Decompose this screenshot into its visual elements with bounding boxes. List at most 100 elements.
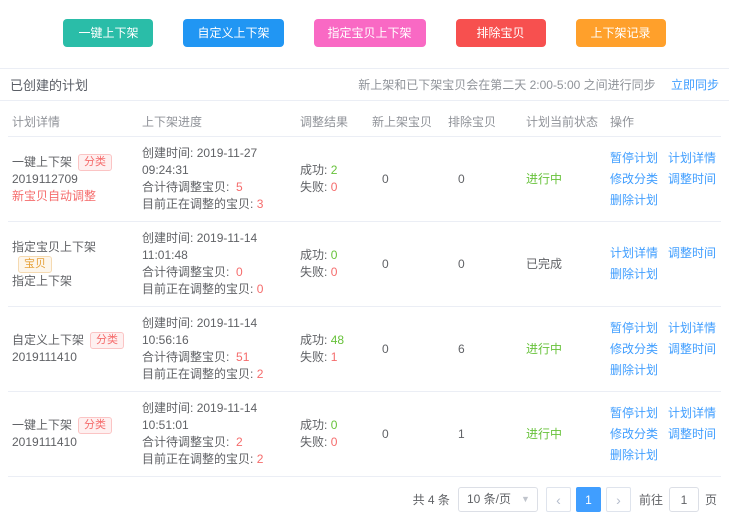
- success-label: 成功:: [300, 248, 327, 262]
- sync-note-text: 新上架和已下架宝贝会在第二天 2:00-5:00 之间进行同步: [358, 78, 655, 92]
- table-row: 自定义上下架分类 2019111410 创建时间: 2019-11-14 10:…: [8, 307, 721, 392]
- fail-value: 0: [331, 265, 338, 279]
- adjusting-value: 2: [257, 452, 264, 466]
- pending-label: 合计待调整宝贝:: [142, 265, 229, 279]
- adjusting-label: 目前正在调整的宝贝:: [142, 367, 253, 381]
- one-key-updown-button[interactable]: 一键上下架: [63, 19, 153, 47]
- delete-plan-link[interactable]: 删除计划: [610, 447, 658, 464]
- pager: ‹ 1 ›: [546, 487, 631, 512]
- pagination: 共 4 条 10 条/页 ▼ ‹ 1 › 前往 页: [0, 477, 729, 512]
- progress-cell: 创建时间: 2019-11-14 11:01:48 合计待调整宝贝: 0 目前正…: [138, 228, 296, 300]
- col-header-progress: 上下架进度: [138, 113, 296, 130]
- toolbar: 一键上下架 自定义上下架 指定宝贝上下架 排除宝贝 上下架记录: [0, 0, 729, 47]
- table-header-row: 计划详情 上下架进度 调整结果 新上架宝贝 排除宝贝 计划当前状态 操作: [8, 107, 721, 137]
- result-cell: 成功: 0 失败: 0: [296, 415, 368, 453]
- result-cell: 成功: 2 失败: 0: [296, 160, 368, 198]
- progress-cell: 创建时间: 2019-11-14 10:51:01 合计待调整宝贝: 2 目前正…: [138, 398, 296, 470]
- plan-detail-link[interactable]: 计划详情: [668, 150, 716, 167]
- total-count: 共 4 条: [413, 491, 450, 508]
- plan-id: 2019111410: [12, 434, 134, 451]
- plan-detail-cell: 一键上下架分类 2019111410: [8, 415, 138, 453]
- excluded-cell: 6: [444, 339, 522, 360]
- pause-plan-link[interactable]: 暂停计划: [610, 320, 658, 337]
- col-header-new-listed: 新上架宝贝: [368, 113, 444, 130]
- page-size-select[interactable]: 10 条/页 ▼: [458, 487, 538, 512]
- created-label: 创建时间:: [142, 231, 193, 245]
- plans-table: 计划详情 上下架进度 调整结果 新上架宝贝 排除宝贝 计划当前状态 操作 一键上…: [8, 107, 721, 477]
- pause-plan-link[interactable]: 暂停计划: [610, 405, 658, 422]
- sync-note: 新上架和已下架宝贝会在第二天 2:00-5:00 之间进行同步 立即同步: [358, 76, 719, 93]
- exclude-item-button[interactable]: 排除宝贝: [456, 19, 546, 47]
- plan-detail-link[interactable]: 计划详情: [668, 320, 716, 337]
- new-listed-cell: 0: [368, 424, 444, 445]
- table-row: 一键上下架分类 2019111410 创建时间: 2019-11-14 10:5…: [8, 392, 721, 477]
- excluded-cell: 1: [444, 424, 522, 445]
- new-listed-cell: 0: [368, 339, 444, 360]
- pending-label: 合计待调整宝贝:: [142, 435, 229, 449]
- created-label: 创建时间:: [142, 146, 193, 160]
- plan-detail-link[interactable]: 计划详情: [668, 405, 716, 422]
- col-header-actions: 操作: [606, 113, 721, 130]
- plan-extra-note: 新宝贝自动调整: [12, 188, 134, 205]
- actions-cell: 暂停计划 计划详情 修改分类 调整时间 删除计划: [606, 318, 721, 381]
- plan-tag: 分类: [90, 332, 124, 349]
- delete-plan-link[interactable]: 删除计划: [610, 362, 658, 379]
- actions-cell: 计划详情 调整时间 删除计划: [606, 243, 721, 285]
- pending-value: 51: [236, 350, 249, 364]
- actions-cell: 暂停计划 计划详情 修改分类 调整时间 删除计划: [606, 403, 721, 466]
- pending-label: 合计待调整宝贝:: [142, 350, 229, 364]
- plan-detail-link[interactable]: 计划详情: [610, 245, 658, 262]
- progress-cell: 创建时间: 2019-11-14 10:56:16 合计待调整宝贝: 51 目前…: [138, 313, 296, 385]
- goto-group: 前往 页: [639, 487, 717, 512]
- adjusting-value: 3: [257, 197, 264, 211]
- plan-id: 2019111410: [12, 349, 134, 366]
- table-row: 一键上下架分类 2019112709 新宝贝自动调整 创建时间: 2019-11…: [8, 137, 721, 222]
- plan-name: 一键上下架: [12, 418, 72, 432]
- plan-tag: 分类: [78, 417, 112, 434]
- adjust-time-link[interactable]: 调整时间: [668, 171, 716, 188]
- excluded-cell: 0: [444, 254, 522, 275]
- status-badge: 已完成: [522, 254, 606, 275]
- goto-page-input[interactable]: [669, 487, 699, 512]
- plan-tag: 宝贝: [18, 256, 52, 273]
- col-header-excluded: 排除宝贝: [444, 113, 522, 130]
- success-value: 2: [331, 163, 338, 177]
- pending-value: 5: [236, 180, 243, 194]
- page-number-active[interactable]: 1: [576, 487, 601, 512]
- panel-header: 已创建的计划 新上架和已下架宝贝会在第二天 2:00-5:00 之间进行同步 立…: [0, 68, 729, 101]
- adjusting-label: 目前正在调整的宝贝:: [142, 452, 253, 466]
- fail-value: 0: [331, 180, 338, 194]
- page-size-value: 10 条/页: [467, 492, 511, 506]
- adjust-time-link[interactable]: 调整时间: [668, 426, 716, 443]
- fail-value: 0: [331, 435, 338, 449]
- edit-category-link[interactable]: 修改分类: [610, 426, 658, 443]
- plan-id: 2019112709: [12, 171, 134, 188]
- adjusting-label: 目前正在调整的宝贝:: [142, 197, 253, 211]
- next-page-button[interactable]: ›: [606, 487, 631, 512]
- specified-item-updown-button[interactable]: 指定宝贝上下架: [314, 19, 426, 47]
- custom-updown-button[interactable]: 自定义上下架: [183, 19, 283, 47]
- fail-label: 失败:: [300, 265, 327, 279]
- delete-plan-link[interactable]: 删除计划: [610, 266, 658, 283]
- success-label: 成功:: [300, 418, 327, 432]
- plan-detail-cell: 自定义上下架分类 2019111410: [8, 330, 138, 368]
- goto-suffix: 页: [705, 491, 717, 508]
- delete-plan-link[interactable]: 删除计划: [610, 192, 658, 209]
- chevron-down-icon: ▼: [521, 488, 530, 511]
- sync-now-link[interactable]: 立即同步: [671, 78, 719, 92]
- pause-plan-link[interactable]: 暂停计划: [610, 150, 658, 167]
- result-cell: 成功: 48 失败: 1: [296, 330, 368, 368]
- actions-cell: 暂停计划 计划详情 修改分类 调整时间 删除计划: [606, 148, 721, 211]
- fail-label: 失败:: [300, 435, 327, 449]
- status-badge: 进行中: [522, 339, 606, 360]
- edit-category-link[interactable]: 修改分类: [610, 171, 658, 188]
- fail-value: 1: [331, 350, 338, 364]
- adjust-time-link[interactable]: 调整时间: [668, 245, 716, 262]
- adjust-time-link[interactable]: 调整时间: [668, 341, 716, 358]
- pending-value: 0: [236, 265, 243, 279]
- prev-page-button[interactable]: ‹: [546, 487, 571, 512]
- adjusting-value: 0: [257, 282, 264, 296]
- updown-record-button[interactable]: 上下架记录: [576, 19, 666, 47]
- edit-category-link[interactable]: 修改分类: [610, 341, 658, 358]
- col-header-result: 调整结果: [296, 113, 368, 130]
